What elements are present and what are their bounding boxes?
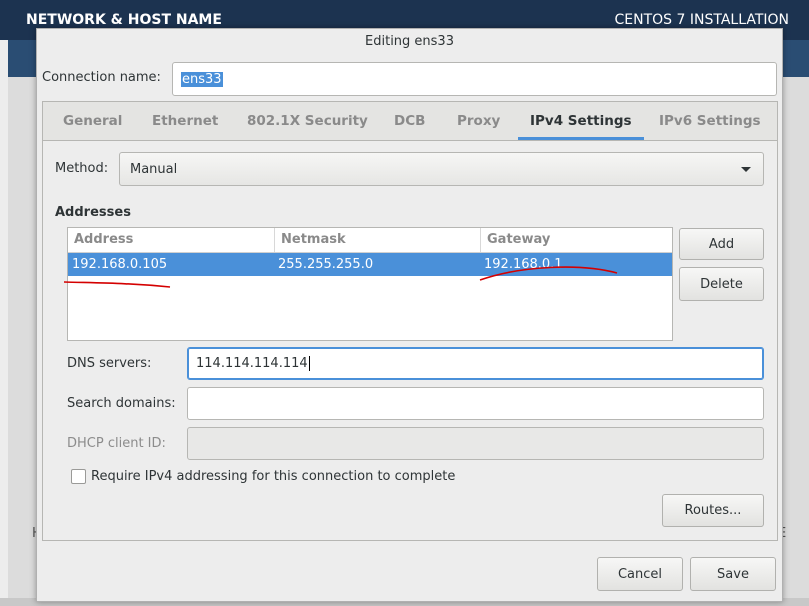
connection-name-input[interactable]: ens33	[172, 62, 777, 96]
tab-ipv6-settings[interactable]: IPv6 Settings	[659, 102, 761, 140]
netmask-cell[interactable]: 255.255.255.0	[274, 253, 373, 276]
tab-ethernet[interactable]: Ethernet	[152, 102, 218, 140]
require-ipv4-label[interactable]: Require IPv4 addressing for this connect…	[91, 469, 455, 484]
column-header-address[interactable]: Address	[68, 228, 274, 252]
dhcp-client-id-label: DHCP client ID:	[67, 436, 166, 451]
dhcp-client-id-input	[187, 427, 764, 460]
routes-button[interactable]: Routes...	[662, 494, 764, 527]
column-header-gateway[interactable]: Gateway	[480, 228, 672, 252]
table-header: Address Netmask Gateway	[68, 228, 672, 253]
method-value: Manual	[130, 161, 178, 177]
gateway-cell[interactable]: 192.168.0.1	[480, 253, 563, 276]
tab-ipv4-settings[interactable]: IPv4 Settings	[518, 102, 644, 140]
require-ipv4-checkbox[interactable]	[71, 469, 86, 484]
dns-servers-value: 114.114.114.114	[196, 356, 308, 371]
save-button[interactable]: Save	[690, 557, 776, 591]
address-cell[interactable]: 192.168.0.105	[68, 253, 167, 276]
method-label: Method:	[55, 161, 109, 176]
dns-servers-label: DNS servers:	[67, 356, 152, 371]
editing-connection-dialog: Editing ens33 Connection name: ens33 Gen…	[36, 28, 783, 602]
addresses-table: Address Netmask Gateway 192.168.0.105 25…	[67, 227, 673, 341]
table-row[interactable]: 192.168.0.105 255.255.255.0 192.168.0.1	[68, 253, 672, 276]
delete-button[interactable]: Delete	[679, 267, 764, 301]
tab-proxy[interactable]: Proxy	[457, 102, 500, 140]
connection-name-value: ens33	[181, 71, 223, 87]
dialog-title: Editing ens33	[365, 34, 454, 49]
tab-bar: General Ethernet 802.1X Security DCB Pro…	[43, 102, 777, 141]
connection-name-label: Connection name:	[42, 70, 161, 85]
dropdown-arrow-icon	[741, 167, 751, 172]
method-dropdown[interactable]: Manual	[119, 152, 764, 186]
column-header-netmask[interactable]: Netmask	[274, 228, 480, 252]
tab-8021x-security[interactable]: 802.1X Security	[247, 102, 368, 140]
section-title: NETWORK & HOST NAME	[26, 12, 222, 28]
search-domains-label: Search domains:	[67, 396, 176, 411]
tab-dcb[interactable]: DCB	[394, 102, 425, 140]
add-button[interactable]: Add	[679, 228, 764, 260]
addresses-heading: Addresses	[55, 205, 131, 220]
search-domains-input[interactable]	[187, 387, 764, 420]
tab-general[interactable]: General	[63, 102, 122, 140]
text-cursor	[308, 356, 310, 371]
settings-notebook: General Ethernet 802.1X Security DCB Pro…	[42, 101, 778, 541]
install-title: CENTOS 7 INSTALLATION	[614, 12, 789, 28]
cancel-button[interactable]: Cancel	[597, 557, 683, 591]
dns-servers-input[interactable]: 114.114.114.114	[187, 347, 764, 380]
